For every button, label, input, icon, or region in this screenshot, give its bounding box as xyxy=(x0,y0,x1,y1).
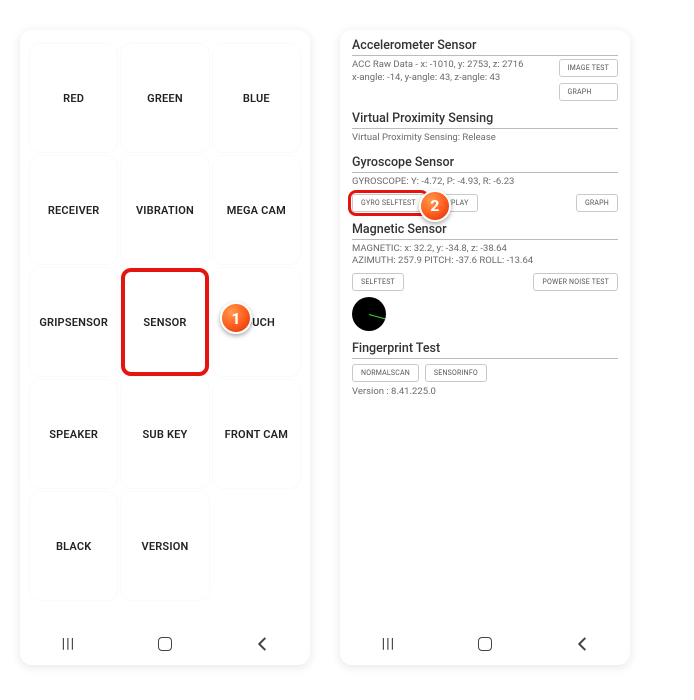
tile-label: RECEIVER xyxy=(48,204,100,217)
image-test-button[interactable]: IMAGE TEST xyxy=(559,59,618,77)
section-title: Accelerometer Sensor xyxy=(352,38,618,56)
android-navbar: ||| xyxy=(20,623,310,665)
mag-orient-line: AZIMUTH: 257.9 PITCH: -37.6 ROLL: -13.64 xyxy=(352,255,618,268)
tile-red[interactable]: RED xyxy=(30,44,117,152)
phone-left: RED GREEN BLUE RECEIVER VIBRATION MEGA CAM GRI… xyxy=(20,30,310,665)
tile-label: VIBRATION xyxy=(136,204,194,217)
android-navbar: ||| xyxy=(340,623,630,665)
tile-blue[interactable]: BLUE xyxy=(213,44,300,152)
tile-label: VERSION xyxy=(142,540,189,553)
nav-recent-icon[interactable]: ||| xyxy=(58,634,78,654)
fp-button-row: NORMALSCAN SENSORINFO xyxy=(352,364,618,382)
tile-mega-cam[interactable]: MEGA CAM xyxy=(213,156,300,264)
gyro-selftest-highlight xyxy=(348,190,429,216)
mag-xyz-line: MAGNETIC: x: 32.2, y: -34.8, z: -38.64 xyxy=(352,243,618,256)
section-title: Magnetic Sensor xyxy=(352,222,618,240)
stage: RED GREEN BLUE RECEIVER VIBRATION MEGA CAM GRI… xyxy=(0,0,694,700)
accel-angle-line: x-angle: -14, y-angle: 43, z-angle: 43 xyxy=(352,72,553,85)
fingerprint-section: Fingerprint Test NORMALSCAN SENSORINFO V… xyxy=(352,341,618,399)
tile-version[interactable]: VERSION xyxy=(121,492,208,600)
tile-label: RED xyxy=(63,92,84,105)
nav-back-icon[interactable] xyxy=(572,634,592,654)
fp-version-line: Version : 8.41.225.0 xyxy=(352,386,618,399)
nav-home-icon[interactable] xyxy=(475,634,495,654)
section-body: MAGNETIC: x: 32.2, y: -34.8, z: -38.64 A… xyxy=(352,243,618,269)
section-title: Fingerprint Test xyxy=(352,341,618,359)
graph-button[interactable]: GRAPH xyxy=(559,83,618,101)
tile-label: GRIPSENSOR xyxy=(39,316,108,329)
phone-right: Accelerometer Sensor ACC Raw Data - x: -… xyxy=(340,30,630,665)
accel-raw-line: ACC Raw Data - x: -1010, y: 2753, z: 271… xyxy=(352,59,553,72)
gyro-values-line: GYROSCOPE: Y: -4.72, P: -4.93, R: -6.23 xyxy=(352,176,618,189)
gyro-graph-button[interactable]: GRAPH xyxy=(576,194,618,212)
accelerometer-section: Accelerometer Sensor ACC Raw Data - x: -… xyxy=(352,38,618,101)
tile-label: SPEAKER xyxy=(49,428,98,441)
tile-label: SENSOR xyxy=(143,316,186,329)
section-title: Gyroscope Sensor xyxy=(352,155,618,173)
tile-green[interactable]: GREEN xyxy=(121,44,208,152)
vps-status-line: Virtual Proximity Sensing: Release xyxy=(352,132,618,145)
sensor-test-page: Accelerometer Sensor ACC Raw Data - x: -… xyxy=(340,30,630,623)
nav-back-icon[interactable] xyxy=(252,634,272,654)
tile-receiver[interactable]: RECEIVER xyxy=(30,156,117,264)
callout-badge-1: 1 xyxy=(220,302,252,334)
tile-label: SUB KEY xyxy=(142,428,187,441)
tile-label: BLACK xyxy=(56,540,91,553)
tile-vibration[interactable]: VIBRATION xyxy=(121,156,208,264)
hwmodule-grid: RED GREEN BLUE RECEIVER VIBRATION MEGA CAM GRI… xyxy=(30,44,300,600)
vps-section: Virtual Proximity Sensing Virtual Proxim… xyxy=(352,111,618,145)
magnetic-section: Magnetic Sensor MAGNETIC: x: 32.2, y: -3… xyxy=(352,222,618,332)
nav-home-icon[interactable] xyxy=(155,634,175,654)
nav-recent-icon[interactable]: ||| xyxy=(378,634,398,654)
tile-black[interactable]: BLACK xyxy=(30,492,117,600)
tile-label: FRONT CAM xyxy=(225,428,288,441)
mag-selftest-button[interactable]: SELFTEST xyxy=(352,273,404,291)
tile-front-cam[interactable]: FRONT CAM xyxy=(213,380,300,488)
tile-label: BLUE xyxy=(243,92,270,105)
tile-label: GREEN xyxy=(147,92,183,105)
tile-gripsensor[interactable]: GRIPSENSOR xyxy=(30,268,117,376)
tile-sensor[interactable]: SENSOR xyxy=(121,268,208,376)
mag-powernoise-button[interactable]: POWER NOISE TEST xyxy=(533,273,618,291)
hwmodule-grid-area: RED GREEN BLUE RECEIVER VIBRATION MEGA CAM GRI… xyxy=(20,30,310,623)
tile-sub-key[interactable]: SUB KEY xyxy=(121,380,208,488)
section-title: Virtual Proximity Sensing xyxy=(352,111,618,129)
magnetic-compass-icon xyxy=(352,297,386,331)
fp-sensorinfo-button[interactable]: SENSORINFO xyxy=(425,364,487,382)
tile-speaker[interactable]: SPEAKER xyxy=(30,380,117,488)
mag-button-row: SELFTEST POWER NOISE TEST xyxy=(352,273,618,291)
tile-label: MEGA CAM xyxy=(227,204,286,217)
fp-normalscan-button[interactable]: NORMALSCAN xyxy=(352,364,419,382)
callout-badge-2: 2 xyxy=(419,190,451,222)
section-body: ACC Raw Data - x: -1010, y: 2753, z: 271… xyxy=(352,59,553,85)
